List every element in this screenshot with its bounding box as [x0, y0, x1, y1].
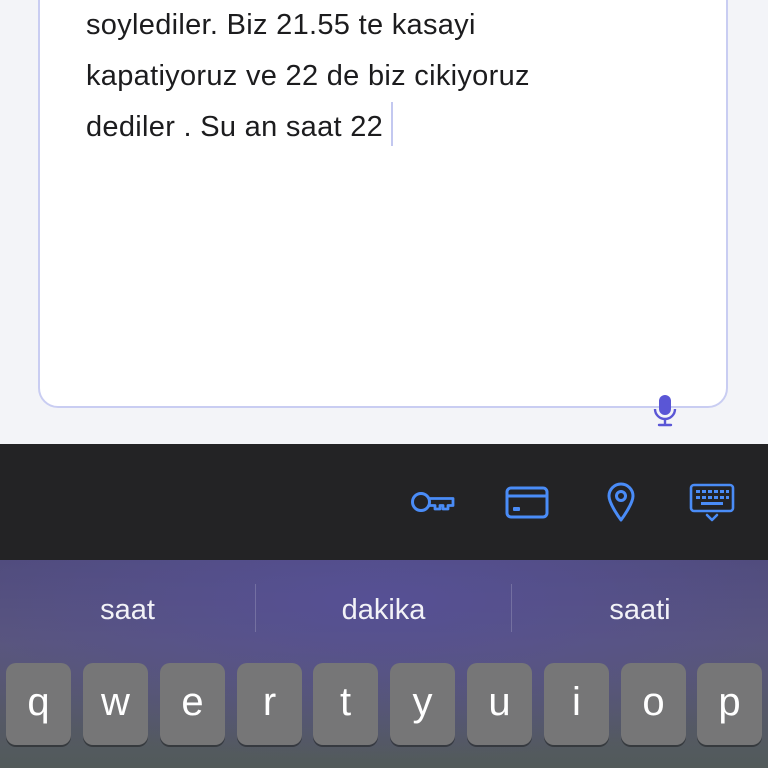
microphone-icon[interactable]	[652, 394, 678, 428]
key-e[interactable]: e	[160, 663, 225, 745]
key-i[interactable]: i	[544, 663, 609, 745]
screen: soylediler. Biz 21.55 te kasayi kapatiyo…	[0, 0, 768, 768]
keyboard-icon[interactable]	[689, 482, 735, 522]
text-line-2: kapatiyoruz ve 22 de biz cikiyoruz	[86, 60, 530, 92]
key-icon[interactable]	[410, 482, 456, 522]
autofill-toolbar	[0, 444, 768, 560]
suggestion-2[interactable]: dakika	[256, 560, 511, 660]
key-o[interactable]: o	[621, 663, 686, 745]
textarea-content: soylediler. Biz 21.55 te kasayi kapatiyo…	[86, 0, 686, 153]
key-w[interactable]: w	[83, 663, 148, 745]
message-textarea[interactable]: soylediler. Biz 21.55 te kasayi kapatiyo…	[38, 0, 728, 408]
key-t[interactable]: t	[313, 663, 378, 745]
key-q[interactable]: q	[6, 663, 71, 745]
suggestion-bar: saat dakika saati	[0, 560, 768, 660]
key-y[interactable]: y	[390, 663, 455, 745]
text-line-1: soylediler. Biz 21.55 te kasayi	[86, 9, 476, 41]
suggestion-divider	[511, 584, 512, 632]
location-pin-icon[interactable]	[606, 482, 636, 522]
text-caret	[391, 102, 394, 146]
suggestion-1[interactable]: saat	[0, 560, 255, 660]
key-u[interactable]: u	[467, 663, 532, 745]
key-p[interactable]: p	[697, 663, 762, 745]
key-r[interactable]: r	[237, 663, 302, 745]
suggestion-divider	[255, 584, 256, 632]
suggestion-3[interactable]: saati	[512, 560, 768, 660]
credit-card-icon[interactable]	[505, 482, 549, 522]
text-line-3: dediler . Su an saat 22	[86, 102, 686, 153]
text-line-3-value: dediler . Su an saat 22	[86, 111, 384, 143]
